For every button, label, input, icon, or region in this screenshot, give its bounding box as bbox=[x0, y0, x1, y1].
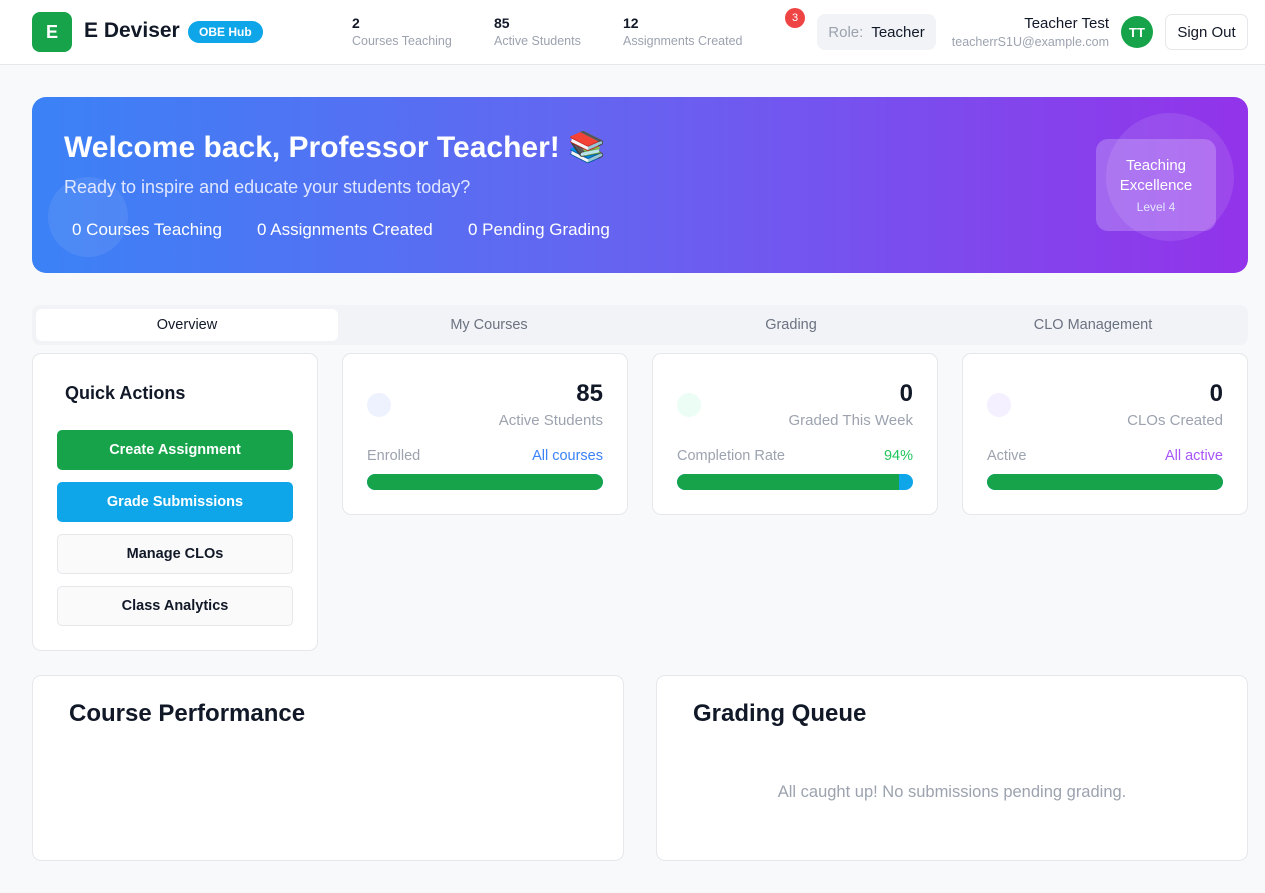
welcome-subtitle: Ready to inspire and educate your studen… bbox=[64, 177, 471, 197]
user-email: teacherrS1U@example.com bbox=[951, 35, 1109, 49]
stat-card-label: Graded This Week bbox=[788, 412, 913, 429]
stat-card-foot-value: All courses bbox=[532, 448, 603, 464]
quick-actions-card: Quick Actions Create Assignment Grade Su… bbox=[32, 353, 318, 651]
grading-queue-card: Grading Queue All caught up! No submissi… bbox=[656, 675, 1248, 861]
role-value: Teacher bbox=[871, 23, 925, 41]
header-stat-assignments: 12 Assignments Created bbox=[623, 15, 743, 48]
top-header: E E Deviser OBE Hub 2 Courses Teaching 8… bbox=[0, 0, 1265, 65]
banner-stat-courses: 0 Courses Teaching bbox=[72, 220, 222, 239]
stat-card-foot-label: Completion Rate bbox=[677, 448, 785, 464]
stat-card-foot-value: 94% bbox=[883, 448, 913, 464]
stat-card-value: 0 bbox=[899, 380, 913, 407]
app-name: E Deviser bbox=[84, 19, 180, 42]
grading-queue-title: Grading Queue bbox=[693, 700, 867, 727]
obe-hub-badge: OBE Hub bbox=[188, 21, 263, 43]
stat-value: 85 bbox=[494, 15, 510, 31]
create-assignment-button[interactable]: Create Assignment bbox=[57, 430, 293, 470]
course-performance-card: Course Performance bbox=[32, 675, 624, 861]
notification-badge[interactable]: 3 bbox=[785, 8, 805, 28]
grade-submissions-button[interactable]: Grade Submissions bbox=[57, 482, 293, 522]
stat-card-value: 0 bbox=[1209, 380, 1223, 407]
tab-my-courses[interactable]: My Courses bbox=[338, 309, 640, 341]
tab-clo-management[interactable]: CLO Management bbox=[942, 309, 1244, 341]
header-stat-students: 85 Active Students bbox=[494, 15, 581, 48]
banner-stat-assignments: 0 Assignments Created bbox=[257, 220, 433, 239]
welcome-banner: Welcome back, Professor Teacher! 📚 Ready… bbox=[32, 97, 1248, 273]
user-name: Teacher Test bbox=[1024, 15, 1109, 32]
stat-value: 12 bbox=[623, 15, 639, 31]
grading-queue-empty-message: All caught up! No submissions pending gr… bbox=[777, 783, 1127, 801]
stat-card-label: CLOs Created bbox=[1127, 412, 1223, 429]
class-analytics-button[interactable]: Class Analytics bbox=[57, 586, 293, 626]
teaching-excellence-badge: Teaching Excellence Level 4 bbox=[1096, 139, 1216, 231]
graded-icon bbox=[677, 393, 701, 417]
dashboard-tabs: Overview My Courses Grading CLO Manageme… bbox=[32, 305, 1248, 345]
progress-fill bbox=[987, 474, 1223, 490]
course-performance-title: Course Performance bbox=[69, 700, 306, 727]
tab-grading[interactable]: Grading bbox=[640, 309, 942, 341]
quick-actions-title: Quick Actions bbox=[65, 383, 186, 403]
stat-card-foot-value: All active bbox=[1164, 448, 1223, 464]
stat-card-foot-label: Active bbox=[987, 448, 1027, 464]
banner-stat-pending: 0 Pending Grading bbox=[468, 220, 610, 239]
role-label: Role: bbox=[828, 23, 864, 41]
stat-card-value: 85 bbox=[576, 380, 603, 407]
excellence-title: Teaching Excellence bbox=[1119, 157, 1193, 194]
tab-overview[interactable]: Overview bbox=[36, 309, 338, 341]
progress-bar bbox=[367, 474, 603, 490]
progress-bar bbox=[987, 474, 1223, 490]
stat-label: Active Students bbox=[494, 34, 581, 48]
avatar[interactable]: TT bbox=[1121, 16, 1153, 48]
sign-out-button[interactable]: Sign Out bbox=[1165, 14, 1248, 50]
stat-label: Assignments Created bbox=[623, 34, 743, 48]
role-selector[interactable]: Role: Teacher bbox=[817, 14, 936, 50]
stat-card-active-students: 85 Active Students Enrolled All courses bbox=[342, 353, 628, 515]
progress-fill bbox=[677, 474, 899, 490]
stat-card-label: Active Students bbox=[498, 412, 603, 429]
stat-card-foot-label: Enrolled bbox=[367, 448, 421, 464]
stat-card-graded-this-week: 0 Graded This Week Completion Rate 94% bbox=[652, 353, 938, 515]
clo-icon bbox=[987, 393, 1011, 417]
app-logo[interactable]: E bbox=[32, 12, 72, 52]
manage-clos-button[interactable]: Manage CLOs bbox=[57, 534, 293, 574]
progress-bar bbox=[677, 474, 913, 490]
progress-fill bbox=[367, 474, 603, 490]
header-stat-courses: 2 Courses Teaching bbox=[352, 15, 452, 48]
stat-value: 2 bbox=[352, 15, 360, 31]
excellence-level: Level 4 bbox=[1136, 200, 1176, 214]
stat-label: Courses Teaching bbox=[352, 34, 452, 48]
welcome-title: Welcome back, Professor Teacher! 📚 bbox=[64, 131, 606, 164]
students-icon bbox=[367, 393, 391, 417]
stat-card-clos-created: 0 CLOs Created Active All active bbox=[962, 353, 1248, 515]
